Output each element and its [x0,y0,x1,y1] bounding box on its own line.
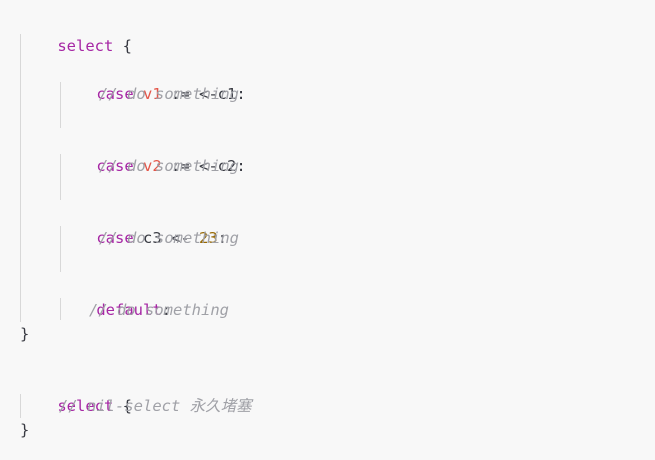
code-line-select2-open: select { [20,370,132,415]
code-line-comment-case2: // do something [99,157,239,175]
code-line-case1: case v1 := <-c1: [59,58,245,103]
code-line-case2: case v2 := <-c2: [59,130,245,175]
code-line-case3: case c3 <- 23: [59,202,227,247]
code-line-select-open: select { [20,10,132,55]
code-block: select { case v1 := <-c1: // do somethin… [0,0,655,460]
code-line-comment-case1: // do something [99,85,239,103]
keyword-select: select [57,37,114,55]
code-line-default: default: [59,274,171,319]
code-line-close-brace: } [20,325,30,343]
code-line-comment-case3: // do something [99,229,239,247]
code-line-comment-default: // do something [89,301,229,319]
open-brace: { [113,37,132,55]
code-line-close-brace-2: } [20,421,30,439]
code-line-comment-nil-select: // nil-select 永久堵塞 [59,397,252,415]
